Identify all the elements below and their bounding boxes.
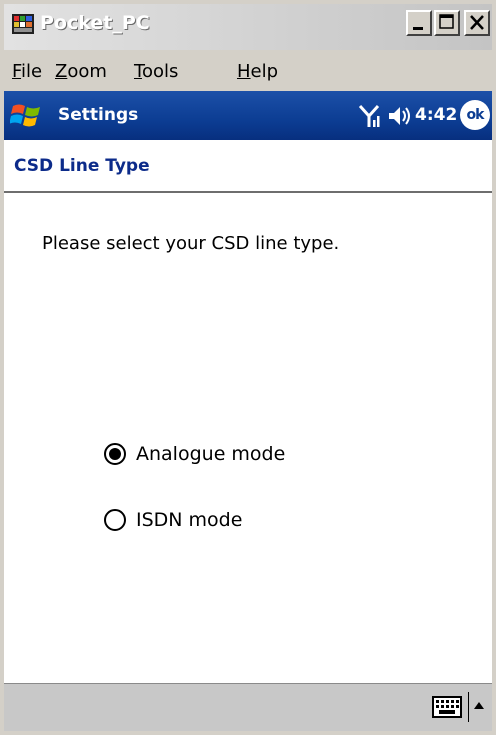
windows-start-icon[interactable]	[10, 99, 44, 131]
settings-page: CSD Line Type Please select your CSD lin…	[4, 140, 492, 683]
radio-label-analogue[interactable]: Analogue mode	[136, 443, 285, 465]
menu-file-rest: ile	[21, 61, 43, 82]
menu-zoom-rest: oom	[67, 61, 107, 82]
close-button[interactable]	[464, 10, 490, 36]
page-title: CSD Line Type	[14, 156, 150, 176]
menu-tools-rest: ools	[141, 61, 179, 82]
maximize-icon	[439, 14, 454, 29]
radio-button-selected[interactable]	[104, 443, 126, 465]
menu-tools-mnemonic: T	[134, 61, 142, 82]
ok-button[interactable]: ok	[460, 100, 490, 130]
minimize-button[interactable]	[406, 10, 432, 36]
page-header: CSD Line Type	[4, 140, 492, 193]
radio-isdn-mode[interactable]: ISDN mode	[104, 505, 242, 535]
instruction-text: Please select your CSD line type.	[42, 233, 340, 254]
menu-bar: File Zoom Tools Help	[4, 53, 492, 91]
emulator-app-icon	[12, 14, 34, 34]
radio-analogue-mode[interactable]: Analogue mode	[104, 439, 285, 469]
clock-time[interactable]: 4:42	[415, 100, 457, 130]
menu-file[interactable]: File	[12, 59, 42, 85]
menu-help[interactable]: Help	[237, 59, 278, 85]
window-titlebar: Pocket_PC	[0, 0, 496, 53]
command-bar	[4, 683, 492, 731]
window-controls	[406, 10, 490, 36]
signal-icon[interactable]	[358, 104, 380, 128]
menu-zoom[interactable]: Zoom	[55, 59, 107, 85]
speaker-icon[interactable]	[388, 105, 412, 127]
keyboard-icon[interactable]	[432, 696, 462, 718]
close-icon	[470, 15, 484, 30]
radio-button-unselected[interactable]	[104, 509, 126, 531]
menu-file-mnemonic: F	[12, 61, 22, 82]
menu-help-mnemonic: H	[237, 61, 251, 82]
arrow-up-icon[interactable]	[473, 700, 485, 710]
window-title: Pocket_PC	[40, 12, 150, 34]
pda-navigation-bar: Settings 4:42 ok	[4, 91, 492, 140]
radio-selected-dot	[109, 448, 121, 460]
menu-help-rest: elp	[250, 61, 279, 82]
input-separator	[468, 692, 469, 722]
maximize-button[interactable]	[434, 10, 460, 36]
window-bottom-edge	[0, 731, 496, 735]
menu-zoom-mnemonic: Z	[55, 61, 68, 82]
minimize-icon	[413, 27, 423, 30]
nav-title: Settings	[58, 105, 139, 125]
radio-label-isdn[interactable]: ISDN mode	[136, 509, 242, 531]
menu-tools[interactable]: Tools	[134, 59, 178, 85]
